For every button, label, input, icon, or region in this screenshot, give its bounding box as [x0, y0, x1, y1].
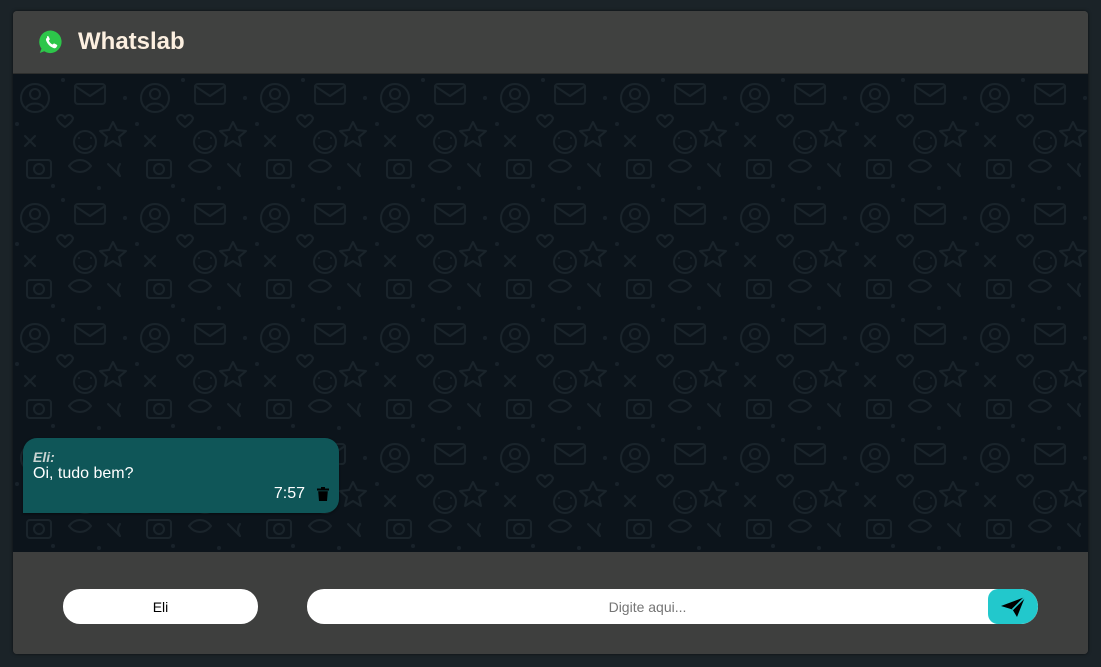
message-text: Oi, tudo bem?: [33, 465, 134, 482]
send-button[interactable]: [988, 589, 1038, 624]
message-time: 7:57: [273, 485, 305, 502]
whatsapp-logo-icon: [39, 30, 62, 54]
composer-bar: [13, 552, 1088, 654]
app-header: Whatslab: [13, 11, 1088, 74]
trash-icon[interactable]: [317, 487, 329, 501]
sender-name-input[interactable]: [63, 589, 258, 624]
message-footer: 7:57: [274, 485, 329, 503]
message-author: Eli:: [33, 449, 55, 465]
send-icon: [1001, 595, 1026, 617]
app-title: Whatslab: [78, 28, 185, 55]
message-input-wrapper: [307, 589, 1038, 624]
chat-app-window: Whatslab Eli: Oi, tudo bem? 7:57 Eli Dig…: [13, 11, 1088, 654]
message-bubble: Eli: Oi, tudo bem? 7:57: [23, 438, 339, 513]
message-input[interactable]: [307, 589, 988, 624]
chat-messages-area: Eli: Oi, tudo bem? 7:57: [13, 74, 1088, 552]
